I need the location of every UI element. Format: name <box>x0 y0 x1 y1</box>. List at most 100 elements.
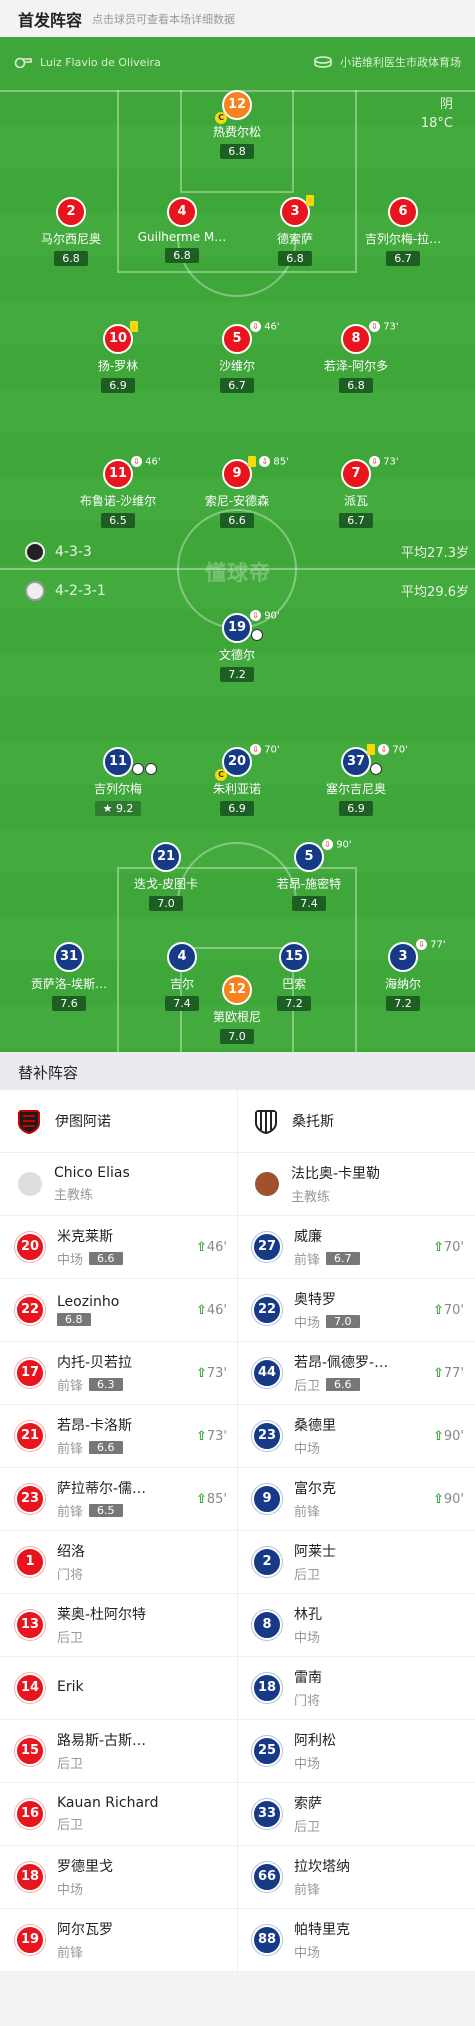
player-name: 帕特里克 <box>294 1922 350 1938</box>
away-sub-player[interactable]: 33 索萨 后卫 <box>237 1783 474 1845</box>
player-position: 中场 <box>57 1883 84 1898</box>
away-sub-player[interactable]: 66 拉坎塔纳 前锋 <box>237 1846 474 1908</box>
home-sub-player[interactable]: 19 阿尔瓦罗 前锋 <box>0 1909 237 1971</box>
home-player-7[interactable]: 7 ⇩ 73' 派瓦 6.7 <box>301 456 411 528</box>
player-number: 23 <box>15 1484 45 1514</box>
away-coach[interactable]: 法比奥-卡里勒 主教练 <box>237 1153 474 1215</box>
player-position-row: 中场 <box>294 1438 336 1457</box>
home-player-4[interactable]: 4 Guilherme M… 6.8 <box>127 197 237 263</box>
home-player-6[interactable]: 6 吉列尔梅-拉… 6.7 <box>348 197 458 266</box>
substitute-row: 19 阿尔瓦罗 前锋 88 帕特里克中场 <box>0 1909 475 1972</box>
player-number: 15 <box>15 1736 45 1766</box>
away-sub-player[interactable]: 8 林孔 中场 <box>237 1594 474 1656</box>
away-sub-player[interactable]: 22 奥特罗 中场 7.0 ⇧70' <box>237 1279 474 1341</box>
home-sub-player[interactable]: 20 米克莱斯 中场 6.6 ⇧46' <box>0 1216 237 1278</box>
sub-in-time: ⇧85' <box>195 1491 227 1507</box>
substitute-row: 16 Kauan Richard 后卫 33 索萨 后卫 <box>0 1783 475 1846</box>
player-position: 门将 <box>57 1568 84 1583</box>
player-position: 中场 <box>294 1631 321 1646</box>
sub-in-arrow-icon: ⇧ <box>432 1302 444 1318</box>
substitute-row: 17 内托-贝若拉 前锋 6.3 ⇧73' 44 若昂-佩德罗-… 后卫 6.6 ⇧77' <box>0 1342 475 1405</box>
player-position: 中场 <box>57 1253 84 1268</box>
home-sub-player[interactable]: 23 萨拉蒂尔-儒… 前锋 6.5 ⇧85' <box>0 1468 237 1530</box>
player-rating: 6.8 <box>57 1313 91 1326</box>
sub-out-icon: ⇩ <box>250 610 261 621</box>
substitution-badge: ⇩ 90' <box>322 839 352 851</box>
player-rating: 7.0 <box>149 896 183 911</box>
home-sub-player[interactable]: 21 若昂-卡洛斯 前锋 6.6 ⇧73' <box>0 1405 237 1467</box>
away-player-31[interactable]: 31 贡萨洛-埃斯… 7.6 <box>14 942 124 1011</box>
player-number: 14 <box>15 1673 45 1703</box>
away-sub-player[interactable]: 2 阿莱士 后卫 <box>237 1531 474 1593</box>
away-sub-player[interactable]: 18 雷南 门将 <box>237 1657 474 1719</box>
home-player-11[interactable]: 11 ⇩ 46' 布鲁诺-沙维尔 6.5 <box>63 456 173 528</box>
player-number: 19 <box>222 613 252 643</box>
home-player-2[interactable]: 2 马尔西尼奥 6.8 <box>16 197 126 266</box>
home-player-10[interactable]: 10 扬-罗林 6.9 <box>63 321 173 393</box>
sub-out-icon: ⇩ <box>378 744 390 755</box>
home-sub-player[interactable]: 14 Erik <box>0 1657 237 1719</box>
home-sub-player[interactable]: 15 路易斯-古斯… 后卫 <box>0 1720 237 1782</box>
starting-lineup-header: 首发阵容 点击球员可查看本场详细数据 <box>0 0 475 37</box>
player-position: 中场 <box>294 1946 321 1961</box>
player-name: 若昂-佩德罗-… <box>294 1355 389 1371</box>
away-player-19[interactable]: 19 ⇩ 90' 文德尔 7.2 <box>182 610 292 682</box>
home-team[interactable]: 伊图阿诺 <box>0 1090 237 1152</box>
away-player-21[interactable]: 21 迭戈-皮图卡 7.0 <box>111 842 221 911</box>
player-position-row: 后卫 <box>294 1816 322 1835</box>
substitution-badge: ⇩ 46' <box>250 321 280 333</box>
away-sub-player[interactable]: 88 帕特里克中场 <box>237 1909 474 1971</box>
player-number: 15 <box>279 942 309 972</box>
player-number: 5 <box>222 324 252 354</box>
away-player-3[interactable]: 3 ⇩ 77' 海纳尔 7.2 <box>348 939 458 1011</box>
substitute-row: 1 绍洛 门将 2 阿莱士 后卫 <box>0 1531 475 1594</box>
away-sub-player[interactable]: 44 若昂-佩德罗-… 后卫 6.6 ⇧77' <box>237 1342 474 1404</box>
yellow-card-icon <box>306 195 314 206</box>
away-player-12[interactable]: 12 第欧根尼 7.0 <box>182 975 292 1044</box>
sub-in-time: ⇧73' <box>195 1428 227 1444</box>
away-player-11[interactable]: 11 吉列尔梅 ★ 9.2 <box>63 747 173 816</box>
player-number: 19 <box>15 1925 45 1955</box>
home-sub-player[interactable]: 1 绍洛 门将 <box>0 1531 237 1593</box>
team-names-row: 伊图阿诺 桑托斯 <box>0 1090 475 1153</box>
home-player-9[interactable]: 9 ⇩ 85' 索尼-安德森 6.6 <box>182 456 292 528</box>
home-player-12[interactable]: 12 C 热费尔松 6.8 <box>182 90 292 159</box>
player-name: 德索萨 <box>276 232 313 246</box>
away-player-20[interactable]: 20 ⇩ 70' C 朱利亚诺 6.9 <box>182 744 292 816</box>
player-number: 4 <box>167 942 197 972</box>
player-position: 后卫 <box>57 1818 84 1833</box>
player-position-row: 中场 <box>294 1753 336 1772</box>
captain-icon: C <box>215 769 227 781</box>
sub-in-arrow-icon: ⇧ <box>195 1491 207 1507</box>
home-sub-player[interactable]: 22 Leozinho 6.8 ⇧46' <box>0 1279 237 1341</box>
player-number: 88 <box>252 1925 282 1955</box>
player-position-row: 前锋 <box>294 1879 350 1898</box>
home-player-8[interactable]: 8 ⇩ 73' 若泽-阿尔多 6.8 <box>301 321 411 393</box>
player-number: 23 <box>252 1421 282 1451</box>
player-name: 富尔克 <box>294 1481 336 1497</box>
away-player-37[interactable]: 37 ⇩ 70' 塞尔吉尼奥 6.9 <box>301 744 411 816</box>
home-avg-age: 平均27.3岁 <box>401 546 469 561</box>
home-coach[interactable]: Chico Elias 主教练 <box>0 1153 237 1215</box>
away-sub-player[interactable]: 25 阿利松 中场 <box>237 1720 474 1782</box>
player-position: 后卫 <box>294 1379 321 1394</box>
player-number: 44 <box>252 1358 282 1388</box>
home-sub-player[interactable]: 17 内托-贝若拉 前锋 6.3 ⇧73' <box>0 1342 237 1404</box>
home-player-5[interactable]: 5 ⇩ 46' 沙维尔 6.7 <box>182 321 292 393</box>
player-name: 吉列尔梅-拉… <box>364 232 442 246</box>
away-player-5[interactable]: 5 ⇩ 90' 若昂-施密特 7.4 <box>254 839 364 911</box>
santos-logo-icon <box>25 581 45 601</box>
home-sub-player[interactable]: 16 Kauan Richard 后卫 <box>0 1783 237 1845</box>
away-formation: 4-2-3-1 <box>25 581 106 601</box>
captain-icon: C <box>215 112 227 124</box>
away-team[interactable]: 桑托斯 <box>237 1090 474 1152</box>
away-sub-player[interactable]: 23 桑德里 中场 ⇧90' <box>237 1405 474 1467</box>
home-player-3[interactable]: 3 德索萨 6.8 <box>240 195 350 266</box>
player-rating: 7.2 <box>220 667 254 682</box>
home-sub-player[interactable]: 18 罗德里戈 中场 <box>0 1846 237 1908</box>
away-formation-text: 4-2-3-1 <box>55 583 106 599</box>
away-sub-player[interactable]: 27 威廉 前锋 6.7 ⇧70' <box>237 1216 474 1278</box>
away-sub-player[interactable]: 9 富尔克 前锋 ⇧90' <box>237 1468 474 1530</box>
player-rating: 6.6 <box>89 1441 123 1454</box>
home-sub-player[interactable]: 13 莱奥-杜阿尔特 后卫 <box>0 1594 237 1656</box>
